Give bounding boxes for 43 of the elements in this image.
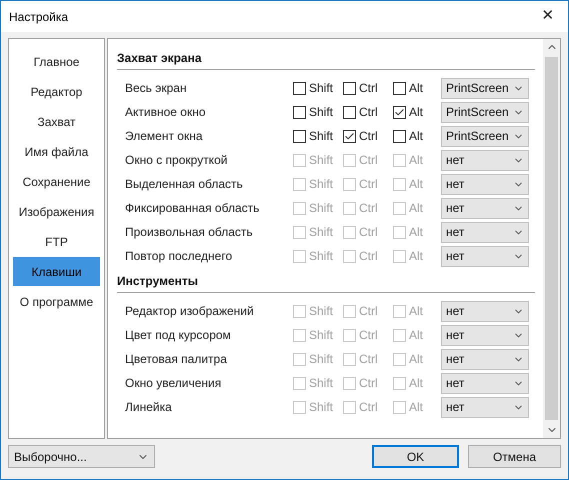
modifier-checkbox[interactable]: Ctrl xyxy=(343,79,393,97)
shortcut-label: Линейка xyxy=(125,399,173,416)
shortcut-label: Редактор изображений xyxy=(125,303,255,320)
close-button[interactable]: ✕ xyxy=(528,1,568,32)
shortcut-label: Фиксированная область xyxy=(125,200,260,217)
section-header: Инструменты xyxy=(117,272,535,293)
modifier-checkbox[interactable]: Shift xyxy=(293,79,343,97)
sidebar-item[interactable]: О программе xyxy=(13,287,100,316)
shortcut-label: Повтор последнего xyxy=(125,248,234,265)
sidebar-item[interactable]: Редактор xyxy=(13,77,100,106)
modifier-checkbox[interactable]: Ctrl xyxy=(343,103,393,121)
shortcut-label: Окно с прокруткой xyxy=(125,152,228,169)
scrollbar-thumb[interactable] xyxy=(545,57,558,420)
modifier-checkbox[interactable]: Alt xyxy=(393,79,443,97)
shortcut-label: Элемент окна xyxy=(125,128,204,145)
sidebar-item[interactable]: Главное xyxy=(13,47,100,76)
sidebar-item[interactable]: Сохранение xyxy=(13,167,100,196)
sidebar-item[interactable]: Захват xyxy=(13,107,100,136)
key-dropdown[interactable]: PrintScreen xyxy=(441,102,529,122)
shortcut-label: Активное окно xyxy=(125,104,206,121)
modifier-checkbox[interactable]: Ctrl xyxy=(343,127,393,145)
shortcut-label: Весь экран xyxy=(125,80,188,97)
sidebar-item[interactable]: Клавиши xyxy=(13,257,100,286)
shortcut-label: Цвет под курсором xyxy=(125,327,232,344)
sidebar-item[interactable]: Изображения xyxy=(13,197,100,226)
modifier-checkbox[interactable]: Shift xyxy=(293,103,343,121)
dialog-button[interactable]: OK xyxy=(372,445,459,468)
section-header: Захват экрана xyxy=(117,49,535,70)
shortcut-label: Цветовая палитра xyxy=(125,351,228,368)
key-dropdown[interactable]: PrintScreen xyxy=(441,126,529,146)
key-dropdown[interactable]: PrintScreen xyxy=(441,78,529,98)
shortcut-label: Выделенная область xyxy=(125,176,244,193)
sidebar-item[interactable]: Имя файла xyxy=(13,137,100,166)
sidebar-item[interactable]: FTP xyxy=(13,227,100,256)
preset-dropdown[interactable]: Выборочно... xyxy=(8,445,155,468)
scrollbar[interactable] xyxy=(543,39,560,438)
window-title: Настройка xyxy=(9,8,68,26)
shortcut-label: Произвольная область xyxy=(125,224,254,241)
modifier-checkbox[interactable]: Shift xyxy=(293,127,343,145)
dialog-button[interactable]: Отмена xyxy=(468,445,561,468)
modifier-checkbox[interactable]: Alt xyxy=(393,103,443,121)
shortcut-label: Окно увеличения xyxy=(125,375,222,392)
modifier-checkbox[interactable]: Alt xyxy=(393,127,443,145)
